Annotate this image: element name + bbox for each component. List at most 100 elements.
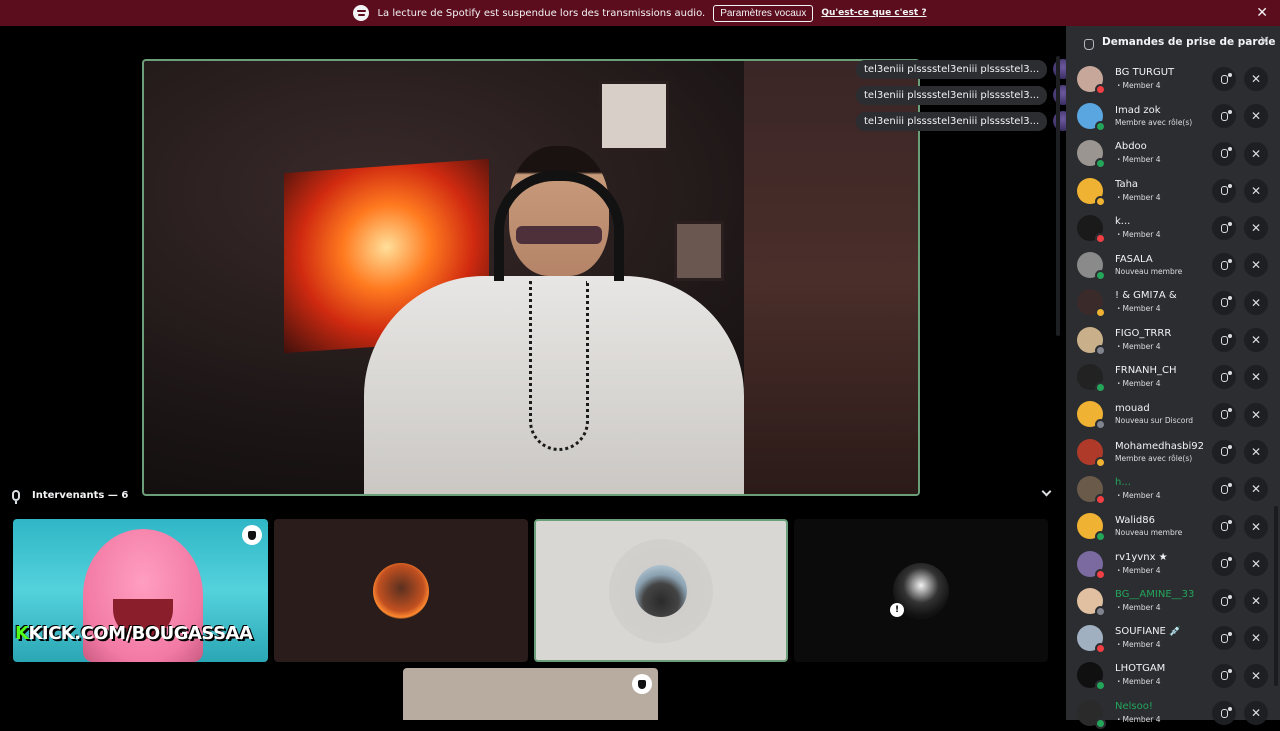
invite-to-speak-button[interactable] xyxy=(1212,439,1236,464)
dismiss-button[interactable]: ✕ xyxy=(1244,253,1268,278)
invite-to-speak-button[interactable] xyxy=(1212,402,1236,427)
user-name[interactable]: FASALA xyxy=(1115,254,1215,265)
speaker-tile[interactable] xyxy=(274,519,528,662)
user-name[interactable]: Walid86 xyxy=(1115,515,1215,526)
invite-to-speak-button[interactable] xyxy=(1212,178,1236,203)
request-item[interactable]: SOUFIANE 💉 ・Member 4 ✕ xyxy=(1066,619,1280,656)
user-avatar[interactable] xyxy=(1077,364,1106,394)
user-avatar[interactable] xyxy=(1077,513,1106,543)
speaker-tile[interactable]: KKICK.COM/BOUGASSAA xyxy=(13,519,268,662)
close-icon[interactable]: ✕ xyxy=(1259,34,1270,49)
what-is-this-link[interactable]: Qu'est-ce que c'est ? xyxy=(821,8,926,18)
request-item[interactable]: rv1yvnx ★ ・Member 4 ✕ xyxy=(1066,545,1280,582)
user-name[interactable]: k... xyxy=(1115,216,1215,227)
speakers-header[interactable]: Intervenants — 6 xyxy=(12,486,1052,504)
invite-to-speak-button[interactable] xyxy=(1212,216,1236,241)
close-icon[interactable]: ✕ xyxy=(1256,5,1268,21)
invite-to-speak-button[interactable] xyxy=(1212,253,1236,278)
request-item[interactable]: BG TURGUT ・Member 4 ✕ xyxy=(1066,60,1280,97)
user-name[interactable]: Abdoo xyxy=(1115,141,1215,152)
user-avatar[interactable] xyxy=(1077,625,1106,655)
user-avatar[interactable] xyxy=(1077,252,1106,282)
user-avatar[interactable] xyxy=(1077,102,1106,132)
chevron-down-icon[interactable] xyxy=(1041,486,1052,497)
dismiss-button[interactable]: ✕ xyxy=(1244,402,1268,427)
request-item[interactable]: LHOTGAM ・Member 4 ✕ xyxy=(1066,657,1280,694)
speaker-tile[interactable]: ! xyxy=(794,519,1048,662)
panel-scrollbar[interactable] xyxy=(1274,506,1278,686)
request-item[interactable]: Abdoo ・Member 4 ✕ xyxy=(1066,135,1280,172)
dismiss-button[interactable]: ✕ xyxy=(1244,701,1268,726)
user-avatar[interactable] xyxy=(1077,65,1106,95)
user-name[interactable]: h... xyxy=(1115,477,1215,488)
speaker-tile-active[interactable] xyxy=(534,519,788,662)
user-avatar[interactable] xyxy=(1077,699,1106,729)
request-item[interactable]: Walid86 Nouveau membre ✕ xyxy=(1066,508,1280,545)
request-item[interactable]: Imad zok Membre avec rôle(s) ✕ xyxy=(1066,97,1280,134)
user-name[interactable]: Imad zok xyxy=(1115,105,1215,116)
dismiss-button[interactable]: ✕ xyxy=(1244,290,1268,315)
user-avatar[interactable] xyxy=(1077,140,1106,170)
invite-to-speak-button[interactable] xyxy=(1212,551,1236,576)
invite-to-speak-button[interactable] xyxy=(1212,477,1236,502)
user-name[interactable]: ! & GMI7A & xyxy=(1115,290,1215,301)
request-item[interactable]: k... ・Member 4 ✕ xyxy=(1066,209,1280,246)
user-name[interactable]: SOUFIANE 💉 xyxy=(1115,626,1215,637)
user-avatar[interactable] xyxy=(1077,475,1106,505)
main-video-stream[interactable] xyxy=(142,59,920,496)
dismiss-button[interactable]: ✕ xyxy=(1244,477,1268,502)
user-name[interactable]: Nelsoo! xyxy=(1115,701,1215,712)
invite-to-speak-button[interactable] xyxy=(1212,626,1236,651)
user-avatar[interactable] xyxy=(1077,438,1106,468)
dismiss-button[interactable]: ✕ xyxy=(1244,328,1268,353)
invite-to-speak-button[interactable] xyxy=(1212,67,1236,91)
user-name[interactable]: BG__AMINE__33 xyxy=(1115,589,1215,600)
user-name[interactable]: rv1yvnx ★ xyxy=(1115,552,1215,563)
request-item[interactable]: Taha ・Member 4 ✕ xyxy=(1066,172,1280,209)
user-name[interactable]: Taha xyxy=(1115,179,1215,190)
user-avatar[interactable] xyxy=(1077,587,1106,617)
dismiss-button[interactable]: ✕ xyxy=(1244,514,1268,539)
dismiss-button[interactable]: ✕ xyxy=(1244,589,1268,614)
invite-to-speak-button[interactable] xyxy=(1212,701,1236,726)
user-avatar[interactable] xyxy=(1077,177,1106,207)
stage-scrollbar[interactable] xyxy=(1056,56,1060,336)
request-item[interactable]: Nelsoo! ・Member 4 ✕ xyxy=(1066,694,1280,731)
invite-to-speak-button[interactable] xyxy=(1212,514,1236,539)
request-item[interactable]: FRNANH_CH ・Member 4 ✕ xyxy=(1066,358,1280,395)
request-item[interactable]: Mohamedhasbi92 Membre avec rôle(s) ✕ xyxy=(1066,433,1280,470)
dismiss-button[interactable]: ✕ xyxy=(1244,663,1268,688)
dismiss-button[interactable]: ✕ xyxy=(1244,365,1268,390)
request-item[interactable]: h... ・Member 4 ✕ xyxy=(1066,470,1280,507)
dismiss-button[interactable]: ✕ xyxy=(1244,141,1268,166)
user-avatar[interactable] xyxy=(1077,214,1106,244)
speaker-tile[interactable] xyxy=(403,668,658,720)
request-item[interactable]: BG__AMINE__33 ・Member 4 ✕ xyxy=(1066,582,1280,619)
user-name[interactable]: LHOTGAM xyxy=(1115,663,1215,674)
invite-to-speak-button[interactable] xyxy=(1212,365,1236,390)
request-item[interactable]: ! & GMI7A & ・Member 4 ✕ xyxy=(1066,284,1280,321)
dismiss-button[interactable]: ✕ xyxy=(1244,439,1268,464)
invite-to-speak-button[interactable] xyxy=(1212,141,1236,166)
invite-to-speak-button[interactable] xyxy=(1212,104,1236,129)
dismiss-button[interactable]: ✕ xyxy=(1244,551,1268,576)
invite-to-speak-button[interactable] xyxy=(1212,663,1236,688)
user-name[interactable]: FRNANH_CH xyxy=(1115,365,1215,376)
user-avatar[interactable] xyxy=(1077,289,1106,319)
dismiss-button[interactable]: ✕ xyxy=(1244,178,1268,203)
invite-to-speak-button[interactable] xyxy=(1212,328,1236,353)
request-item[interactable]: mouad Nouveau sur Discord ✕ xyxy=(1066,396,1280,433)
user-name[interactable]: Mohamedhasbi92 xyxy=(1115,441,1215,452)
dismiss-button[interactable]: ✕ xyxy=(1244,626,1268,651)
invite-to-speak-button[interactable] xyxy=(1212,589,1236,614)
dismiss-button[interactable]: ✕ xyxy=(1244,67,1268,91)
voice-settings-button[interactable]: Paramètres vocaux xyxy=(713,4,814,22)
request-item[interactable]: FASALA Nouveau membre ✕ xyxy=(1066,246,1280,283)
user-name[interactable]: BG TURGUT xyxy=(1115,67,1215,78)
dismiss-button[interactable]: ✕ xyxy=(1244,216,1268,241)
user-avatar[interactable] xyxy=(1077,662,1106,692)
dismiss-button[interactable]: ✕ xyxy=(1244,104,1268,129)
request-item[interactable]: FIGO_TRRR ・Member 4 ✕ xyxy=(1066,321,1280,358)
user-avatar[interactable] xyxy=(1077,326,1106,356)
invite-to-speak-button[interactable] xyxy=(1212,290,1236,315)
